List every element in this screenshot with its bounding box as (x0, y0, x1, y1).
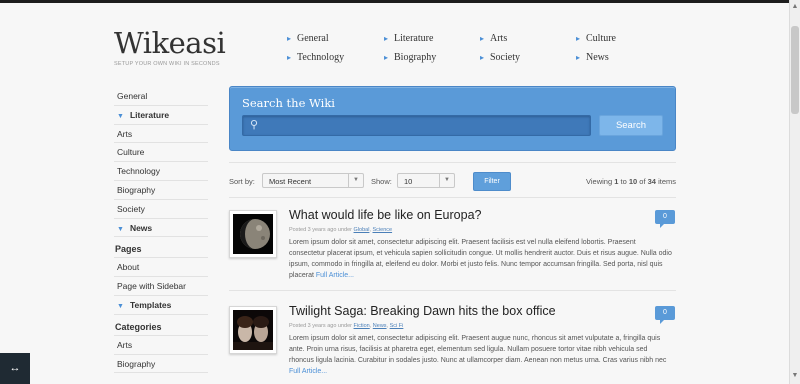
sidebar-item-label: Page with Sidebar (117, 281, 186, 292)
search-panel: Search the Wiki ⚲ Search (229, 86, 676, 151)
sidebar-item-about[interactable]: About (114, 258, 208, 278)
comment-count-badge[interactable]: 0 (655, 210, 675, 228)
viewing-from: 1 (614, 177, 619, 186)
scrollbar[interactable]: ▲ ▼ (789, 0, 800, 384)
sidebar-item-general[interactable]: General (114, 87, 208, 106)
viewing-prefix: Viewing (585, 177, 613, 186)
article-excerpt-text: Lorem ipsum dolor sit amet, consectetur … (289, 335, 667, 364)
search-button[interactable]: Search (599, 115, 663, 136)
topnav-technology[interactable]: Technology (287, 52, 344, 63)
comment-count-badge[interactable]: 0 (655, 306, 675, 324)
full-article-link[interactable]: Full Article... (316, 272, 354, 279)
sidebar-item-label: News (129, 222, 153, 233)
sidebar-item-culture[interactable]: Culture (114, 143, 208, 163)
sidebar-item-label: Arts (117, 128, 133, 139)
sidebar-item-label: Literature (129, 109, 170, 120)
sidebar-pages-list: About Page with Sidebar ▼ Templates (114, 258, 208, 315)
sidebar-item-arts[interactable]: Arts (114, 336, 208, 355)
sidebar-nav-list: General ▼ Literature Arts Culture Technology B… (114, 87, 208, 238)
sidebar-categories-title: Categories (114, 319, 208, 336)
chevron-down-icon: ▼ (439, 174, 454, 187)
search-title: Search the Wiki (242, 96, 335, 110)
article-excerpt: Lorem ipsum dolor sit amet, consectetur … (289, 333, 673, 377)
site-logo[interactable]: Wikeasi (114, 26, 226, 60)
caret-down-icon: ▼ (117, 112, 124, 120)
article-thumbnail[interactable] (229, 306, 277, 354)
category-link[interactable]: Sci Fi (390, 323, 404, 329)
article-title[interactable]: Twilight Saga: Breaking Dawn hits the bo… (289, 304, 556, 318)
sidebar-item-label: Culture (117, 147, 145, 158)
europa-image (233, 214, 273, 254)
sidebar-item-page-with-sidebar[interactable]: Page with Sidebar (114, 277, 208, 296)
sidebar-item-templates[interactable]: ▼ Templates (114, 296, 208, 315)
search-icon: ⚲ (250, 119, 259, 131)
viewing-suffix: items (658, 177, 676, 186)
category-link[interactable]: News (373, 323, 387, 329)
browser-top-bar (0, 0, 790, 3)
viewing-count: Viewing 1 to 10 of 34 items (586, 177, 676, 186)
sidebar-item-biography[interactable]: Biography (114, 181, 208, 200)
sidebar-item-literature[interactable]: ▼ Literature (114, 106, 208, 125)
scroll-thumb[interactable] (791, 26, 799, 114)
sidebar-item-label: General (117, 91, 148, 101)
caret-down-icon: ▼ (117, 225, 124, 233)
sidebar-item-society[interactable]: Society (114, 200, 208, 219)
sidebar-item-label: Technology (117, 166, 161, 177)
category-link[interactable]: Science (373, 227, 393, 233)
sort-select-value: Most Recent (269, 177, 312, 186)
sidebar-item-arts[interactable]: Arts (114, 125, 208, 144)
sidebar-item-label: Templates (129, 299, 172, 310)
sidebar-item-label: Society (117, 203, 145, 214)
sidebar-item-biography[interactable]: Biography (114, 355, 208, 374)
expand-arrows-icon[interactable]: ↔ (0, 353, 30, 384)
show-select[interactable]: 10 ▼ (397, 173, 455, 188)
category-link[interactable]: Global (354, 227, 370, 233)
show-label: Show: (371, 177, 392, 186)
category-link[interactable]: Fiction (354, 323, 370, 329)
article-meta: Posted 3 years ago under Global, Science (289, 227, 393, 233)
topnav-literature[interactable]: Literature (384, 33, 434, 44)
sort-toolbar: Sort by: Most Recent ▼ Show: 10 ▼ Filter… (229, 171, 676, 193)
article-meta: Posted 3 years ago under Fiction, News, … (289, 323, 404, 329)
sidebar: General ▼ Literature Arts Culture Technology B… (114, 87, 208, 374)
twilight-image (233, 310, 273, 350)
search-input[interactable]: ⚲ (242, 115, 591, 136)
sidebar-item-label: Biography (117, 358, 156, 369)
topnav-news[interactable]: News (576, 52, 609, 63)
article-thumbnail[interactable] (229, 210, 277, 258)
article-title[interactable]: What would life be like on Europa? (289, 208, 481, 222)
topnav-general[interactable]: General (287, 33, 329, 44)
topnav-society[interactable]: Society (480, 52, 520, 63)
sort-select[interactable]: Most Recent ▼ (262, 173, 364, 188)
article-excerpt: Lorem ipsum dolor sit amet, consectetur … (289, 237, 673, 281)
caret-down-icon: ▼ (117, 302, 124, 310)
viewing-of-word: of (639, 177, 646, 186)
viewing-to: 10 (628, 177, 638, 186)
article-meta-prefix: Posted 3 years ago under (289, 323, 352, 329)
filter-button[interactable]: Filter (473, 172, 511, 191)
sidebar-item-label: Arts (117, 339, 133, 350)
divider (229, 290, 676, 291)
topnav-arts[interactable]: Arts (480, 33, 507, 44)
show-select-value: 10 (404, 177, 413, 186)
sidebar-item-technology[interactable]: Technology (114, 162, 208, 181)
topnav-biography[interactable]: Biography (384, 52, 436, 63)
viewing-total: 34 (647, 177, 656, 186)
sidebar-categories-list: Arts Biography (114, 336, 208, 374)
topnav-culture[interactable]: Culture (576, 33, 616, 44)
sidebar-item-label: About (117, 262, 140, 273)
scroll-down-icon[interactable]: ▼ (791, 372, 799, 382)
chevron-down-icon: ▼ (348, 174, 363, 187)
sidebar-item-label: Biography (117, 184, 156, 195)
sidebar-item-news[interactable]: ▼ News (114, 219, 208, 238)
full-article-link[interactable]: Full Article... (289, 368, 327, 375)
article-meta-prefix: Posted 3 years ago under (289, 227, 352, 233)
viewing-to-word: to (620, 177, 627, 186)
site-tagline: SETUP YOUR OWN WIKI IN SECONDS (114, 61, 220, 67)
sort-label: Sort by: (229, 177, 255, 186)
scroll-up-icon[interactable]: ▲ (791, 3, 799, 13)
sidebar-pages-title: Pages (114, 241, 208, 259)
divider (229, 162, 676, 163)
divider (229, 197, 676, 198)
